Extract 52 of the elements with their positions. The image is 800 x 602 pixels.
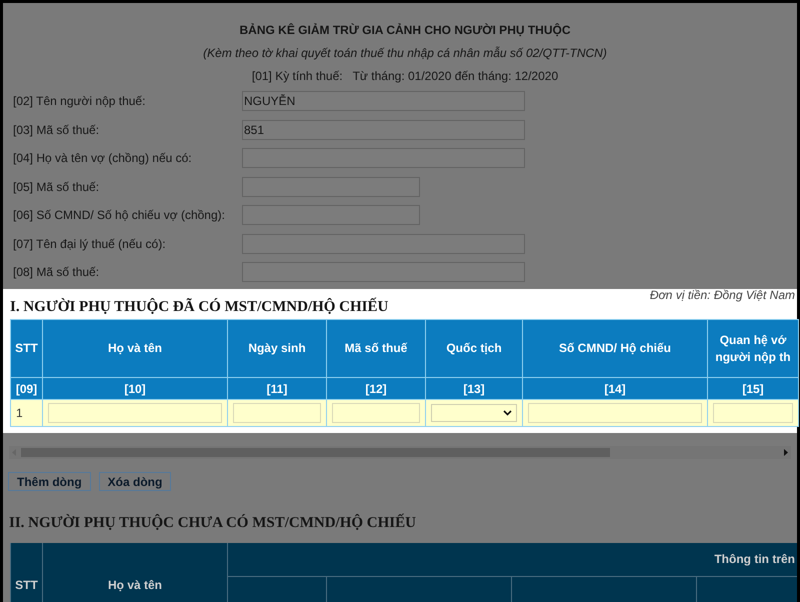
input-field[interactable]: [233, 403, 321, 423]
text-field[interactable]: NGUYỄN: [242, 91, 525, 111]
period-value: Từ tháng: 01/2020 đến tháng: 12/2020: [352, 68, 558, 85]
field-label: [08] Mã số thuế:: [13, 264, 100, 281]
row-action-button[interactable]: Thêm dòng: [8, 472, 91, 491]
scroll-right-icon[interactable]: [783, 449, 788, 456]
currency-note: Đơn vị tiền: Đồng Việt Nam: [650, 287, 796, 304]
row-number: 1: [16, 405, 23, 422]
form-title: BẢNG KÊ GIẢM TRỪ GIA CẢNH CHO NGƯỜI PHỤ THUỘC: [239, 22, 571, 39]
text-field[interactable]: [242, 148, 525, 168]
section-heading: I. NGƯỜI PHỤ THUỘC ĐÃ CÓ MST/CMND/HỘ CHIẾU: [10, 296, 388, 317]
horizontal-scrollbar[interactable]: [9, 446, 791, 459]
column-header: Họ và tên: [43, 542, 228, 602]
field-value: 851: [243, 122, 264, 138]
column-code: [14]: [523, 377, 708, 399]
field-label: [04] Họ và tên vợ (chồng) nếu có:: [13, 150, 193, 167]
input-field[interactable]: [48, 403, 222, 423]
text-field[interactable]: [242, 234, 525, 254]
input-field[interactable]: [713, 403, 793, 423]
field-label: [02] Tên người nộp thuế:: [13, 93, 146, 110]
field-label: [07] Tên đại lý thuế (nếu có):: [13, 236, 167, 252]
column-header: STT: [11, 319, 43, 377]
column-code: [10]: [43, 377, 228, 399]
text-field[interactable]: 851: [242, 120, 525, 140]
text-field[interactable]: [242, 262, 525, 282]
column-code: [15]: [708, 377, 799, 399]
field-label: [03] Mã số thuế:: [13, 122, 100, 138]
form-subtitle: (Kèm theo tờ khai quyết toán thuế thu nhập cá nhân mẫu số 02/QTT-TNCN): [203, 45, 607, 62]
dropdown[interactable]: [431, 404, 517, 422]
column-header: Mã số thuế: [327, 319, 426, 377]
column-code: [11]: [228, 377, 327, 399]
text-field[interactable]: [242, 176, 420, 196]
column-header: Họ và tên: [43, 319, 228, 377]
chevron-down-icon: [503, 410, 512, 416]
group-header: Thông tin trên: [228, 542, 797, 576]
row-action-button[interactable]: Xóa dòng: [98, 472, 172, 491]
input-field[interactable]: [332, 403, 420, 423]
column-header: Số CMND/ Hộ chiếu: [523, 319, 708, 377]
column-header: Quốc tịch: [426, 319, 523, 377]
field-label: [05] Mã số thuế:: [13, 178, 100, 196]
column-code: [12]: [327, 377, 426, 399]
column-code: [13]: [426, 377, 523, 399]
field-label: [06] Số CMND/ Số hộ chiếu vợ (chồng):: [13, 207, 226, 224]
period-label: [01] Kỳ tính thuế:: [252, 68, 343, 85]
column-header: STT: [11, 542, 43, 602]
column-code: [09]: [11, 377, 43, 399]
column-header: Quan hệ vớ người nộp th: [708, 319, 799, 377]
section-heading: II. NGƯỜI PHỤ THUỘC CHƯA CÓ MST/CMND/HỘ CHIẾU: [9, 512, 417, 533]
text-field[interactable]: [242, 205, 420, 225]
column-header: Ngày sinh: [228, 319, 327, 377]
input-field[interactable]: [528, 403, 702, 423]
field-value: NGUYỄN: [243, 93, 296, 110]
